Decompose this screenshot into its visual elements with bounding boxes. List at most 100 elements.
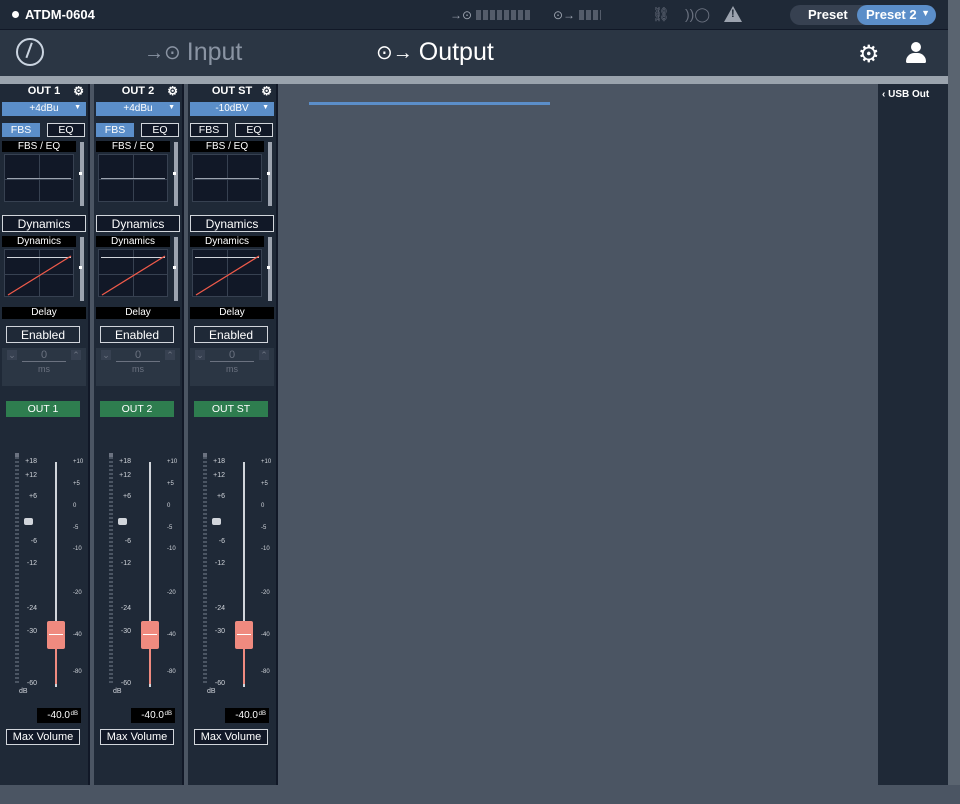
scale-tick-left: +6 <box>123 493 131 500</box>
eq-graph[interactable] <box>192 154 262 202</box>
chevron-down-icon[interactable]: ⌄ <box>101 350 111 360</box>
fader-unit: dB <box>164 711 172 717</box>
dynamics-button[interactable]: Dynamics <box>96 215 180 232</box>
scale-tick-left: +6 <box>217 493 225 500</box>
level-meter <box>15 453 19 685</box>
max-volume-button[interactable]: Max Volume <box>6 729 80 745</box>
user-icon[interactable] <box>905 42 927 64</box>
level-meter <box>203 453 207 685</box>
scale-tick-right: -40 <box>167 632 176 638</box>
scale-tick-left: -60 <box>214 680 225 687</box>
broadcast-icon[interactable]: ))◯ <box>685 6 710 23</box>
max-volume-button[interactable]: Max Volume <box>100 729 174 745</box>
scale-tick-left: -30 <box>26 628 37 635</box>
chevron-down-icon[interactable]: ⌄ <box>195 350 205 360</box>
zero-marker-icon <box>24 518 33 525</box>
channel-settings-gear-icon[interactable]: ⚙ <box>261 84 272 98</box>
zero-marker-icon <box>118 518 127 525</box>
nav-bar: →⊙ Input ⊙→ Output <box>0 30 960 105</box>
input-meter-indicator: →⊙ <box>450 8 533 22</box>
warning-icon[interactable] <box>724 6 742 22</box>
scale-tick-left: -24 <box>214 605 225 612</box>
channel-settings-gear-icon[interactable]: ⚙ <box>73 84 84 98</box>
dynamics-graph[interactable] <box>4 249 74 297</box>
eq-button[interactable]: EQ <box>235 123 273 137</box>
status-dot-icon <box>12 11 19 18</box>
dynamics-scrollbar[interactable] <box>268 237 272 301</box>
max-volume-button[interactable]: Max Volume <box>194 729 268 745</box>
input-arrow-icon: →⊙ <box>450 8 473 22</box>
preset-select[interactable]: Preset 2 ▼ <box>857 5 936 25</box>
scale-tick-left: -12 <box>120 560 131 567</box>
dynamics-button[interactable]: Dynamics <box>2 215 86 232</box>
fader-value[interactable]: -40.0 dB <box>131 708 175 723</box>
dynamics-button[interactable]: Dynamics <box>190 215 274 232</box>
delay-enabled-button[interactable]: Enabled <box>6 326 80 343</box>
scroll-dot-icon <box>267 266 270 269</box>
chevron-up-icon[interactable]: ⌃ <box>165 350 175 360</box>
eq-button[interactable]: EQ <box>141 123 179 137</box>
level-value: +4dBu <box>29 103 59 114</box>
fader-knob[interactable] <box>141 621 159 649</box>
delay-enabled-button[interactable]: Enabled <box>100 326 174 343</box>
scale-tick-left: +12 <box>25 472 37 479</box>
scale-tick-right: -5 <box>167 525 173 531</box>
chevron-up-icon[interactable]: ⌃ <box>259 350 269 360</box>
link-icon[interactable]: ⛓ <box>652 6 670 23</box>
level-select[interactable]: +4dBu ▼ <box>2 102 86 116</box>
delay-enabled-button[interactable]: Enabled <box>194 326 268 343</box>
fbs-button[interactable]: FBS <box>96 123 134 137</box>
scale-tick-right: +10 <box>167 459 178 465</box>
scale-tick-left: -24 <box>26 605 37 612</box>
delay-value[interactable]: 0 <box>210 349 254 362</box>
fader-value[interactable]: -40.0 dB <box>225 708 269 723</box>
scale-tick-right: +5 <box>261 481 268 487</box>
level-select[interactable]: +4dBu ▼ <box>96 102 180 116</box>
output-meter-indicator: ⊙→ <box>553 8 602 22</box>
scale-tick-right: 0 <box>167 503 171 509</box>
dynamics-graph[interactable] <box>192 249 262 297</box>
tab-output[interactable]: ⊙→ Output <box>376 38 494 67</box>
top-bar: ATDM-0604 →⊙ ⊙→ ⛓ ))◯ Preset Preset 2 ▼ <box>0 0 960 30</box>
scrollbar-track[interactable] <box>948 0 960 785</box>
delay-value[interactable]: 0 <box>116 349 160 362</box>
chevron-up-icon[interactable]: ⌃ <box>71 350 81 360</box>
eq-graph[interactable] <box>4 154 74 202</box>
chevron-down-icon: ▼ <box>262 104 269 111</box>
settings-gear-icon[interactable]: ⚙ <box>858 40 880 69</box>
scale-tick-left: -12 <box>26 560 37 567</box>
usb-out-toggle[interactable]: ‹ USB Out <box>882 89 929 100</box>
fbs-eq-title: FBS / EQ <box>190 141 264 152</box>
chevron-down-icon: ▼ <box>168 104 175 111</box>
scale-tick-right: -5 <box>261 525 267 531</box>
tab-input[interactable]: →⊙ Input <box>144 38 242 67</box>
meter-peak <box>203 453 207 457</box>
scale-tick-left: +12 <box>119 472 131 479</box>
fbs-eq-title: FBS / EQ <box>2 141 76 152</box>
scroll-dot-icon <box>79 172 82 175</box>
dynamics-scrollbar[interactable] <box>80 237 84 301</box>
chevron-down-icon: ▼ <box>74 104 81 111</box>
channel-name-label: OUT ST <box>211 85 253 97</box>
usb-out-label: USB Out <box>888 89 930 100</box>
dynamics-graph[interactable] <box>98 249 168 297</box>
fader-knob[interactable] <box>235 621 253 649</box>
fbs-button[interactable]: FBS <box>2 123 40 137</box>
level-value: -10dBV <box>215 103 249 114</box>
scale-tick-right: -80 <box>167 669 176 675</box>
delay-value[interactable]: 0 <box>22 349 66 362</box>
dynamics-scrollbar[interactable] <box>174 237 178 301</box>
scale-tick-left: +18 <box>25 458 37 465</box>
eq-button[interactable]: EQ <box>47 123 85 137</box>
scale-tick-left: +18 <box>119 458 131 465</box>
level-select[interactable]: -10dBV ▼ <box>190 102 274 116</box>
fader-value[interactable]: -40.0 dB <box>37 708 81 723</box>
output-arrow-icon: ⊙→ <box>553 8 576 22</box>
fbs-button[interactable]: FBS <box>190 123 228 137</box>
channel-settings-gear-icon[interactable]: ⚙ <box>167 84 178 98</box>
output-label: OUT ST <box>194 401 268 417</box>
fader-knob[interactable] <box>47 621 65 649</box>
scale-tick-right: -10 <box>167 546 176 552</box>
chevron-down-icon[interactable]: ⌄ <box>7 350 17 360</box>
eq-graph[interactable] <box>98 154 168 202</box>
